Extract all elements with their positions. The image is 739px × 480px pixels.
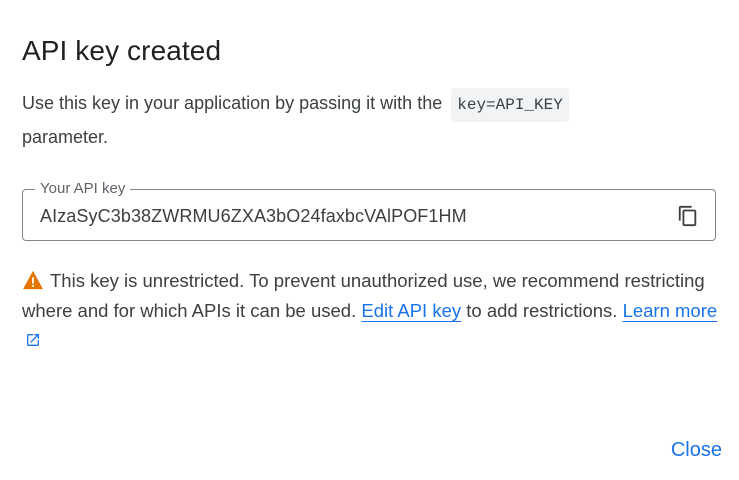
- unrestricted-warning: This key is unrestricted. To prevent una…: [22, 266, 727, 356]
- description-prefix: Use this key in your application by pass…: [22, 93, 443, 113]
- dialog-description: Use this key in your application by pass…: [22, 88, 722, 152]
- copy-icon: [678, 205, 697, 227]
- copy-button[interactable]: [675, 203, 701, 229]
- external-link-icon: [27, 334, 39, 346]
- code-param: key=API_KEY: [451, 88, 569, 122]
- edit-api-key-link[interactable]: Edit API key: [361, 300, 461, 321]
- dialog-title: API key created: [22, 35, 222, 66]
- warning-text-2: to add restrictions.: [466, 300, 618, 321]
- warning-icon: [23, 270, 43, 290]
- learn-more-label: Learn more: [622, 300, 718, 321]
- learn-more-link[interactable]: Learn more: [623, 300, 718, 321]
- api-key-field-label: Your API key: [35, 179, 131, 199]
- api-key-value[interactable]: AIzaSyC3b38ZWRMU6ZXA3bO24faxbcVAlPOF1HM: [40, 204, 467, 228]
- close-button[interactable]: Close: [669, 436, 724, 464]
- description-suffix: parameter.: [22, 127, 109, 147]
- api-key-created-dialog: API key created Use this key in your app…: [0, 0, 739, 480]
- api-key-field[interactable]: Your API key AIzaSyC3b38ZWRMU6ZXA3bO24fa…: [22, 179, 716, 241]
